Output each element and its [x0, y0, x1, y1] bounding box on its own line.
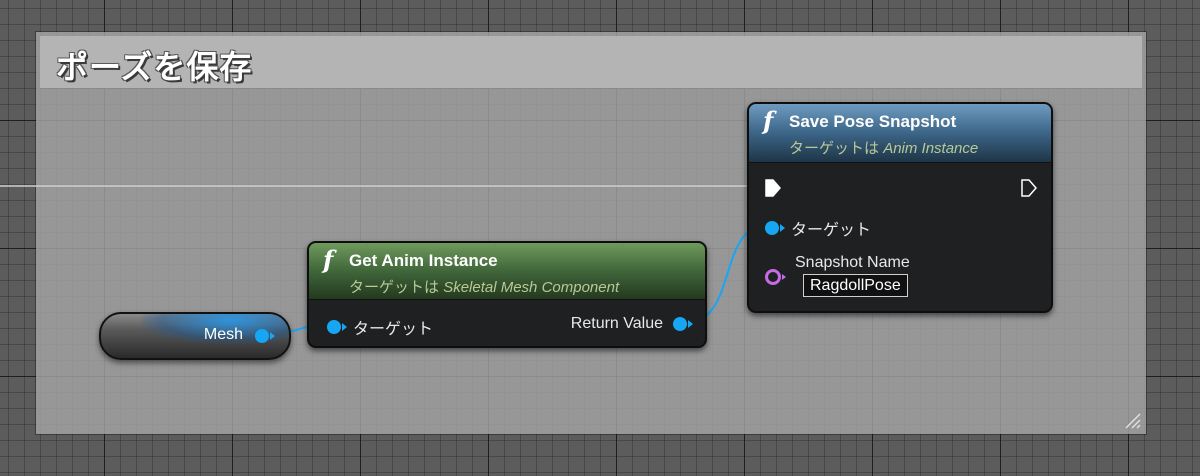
- comment-title[interactable]: ポーズを保存: [56, 42, 252, 88]
- mesh-label: Mesh: [203, 326, 243, 343]
- subtitle-prefix: ターゲットは: [349, 279, 440, 296]
- get-anim-instance-node[interactable]: f Get Anim Instance ターゲットは Skeletal Mesh…: [307, 241, 707, 348]
- return-value-row: Return Value: [570, 315, 693, 333]
- subtitle-target: Anim Instance: [883, 140, 979, 157]
- snapshot-name-group: Snapshot Name RagdollPose: [795, 254, 910, 297]
- exec-input-pin-icon[interactable]: [765, 179, 781, 197]
- target-input-pin[interactable]: [765, 221, 785, 235]
- node-title: Save Pose Snapshot: [789, 112, 957, 131]
- save-pose-snapshot-node[interactable]: f Save Pose Snapshot ターゲットは Anim Instanc…: [747, 102, 1053, 313]
- comment-header[interactable]: ポーズを保存: [40, 36, 1142, 89]
- target-input-row: ターゲット: [765, 216, 871, 240]
- exec-output-pin-icon[interactable]: [1021, 179, 1037, 197]
- return-value-label: Return Value: [570, 315, 663, 332]
- target-input-label: ターゲット: [791, 222, 872, 239]
- get-anim-instance-header[interactable]: f Get Anim Instance ターゲットは Skeletal Mesh…: [309, 243, 705, 300]
- function-icon: f: [323, 245, 334, 274]
- return-value-pin[interactable]: [673, 317, 693, 331]
- snapshot-name-label: Snapshot Name: [795, 254, 910, 271]
- target-input-row: ターゲット: [327, 315, 433, 339]
- mesh-variable-node[interactable]: Mesh: [99, 312, 291, 360]
- snapshot-name-row: Snapshot Name RagdollPose: [765, 254, 910, 297]
- mesh-output-pin[interactable]: [255, 329, 275, 343]
- subtitle-target: Skeletal Mesh Component: [443, 279, 620, 296]
- target-input-label: ターゲット: [353, 321, 434, 338]
- snapshot-name-pin[interactable]: [765, 269, 786, 285]
- target-input-pin[interactable]: [327, 320, 347, 334]
- subtitle-prefix: ターゲットは: [789, 140, 880, 157]
- function-icon: f: [763, 106, 774, 135]
- node-subtitle: ターゲットは Anim Instance: [789, 137, 978, 158]
- save-pose-snapshot-header[interactable]: f Save Pose Snapshot ターゲットは Anim Instanc…: [749, 104, 1051, 163]
- snapshot-name-input[interactable]: RagdollPose: [803, 274, 908, 297]
- node-subtitle: ターゲットは Skeletal Mesh Component: [349, 276, 619, 297]
- node-title: Get Anim Instance: [349, 251, 498, 270]
- resize-grip-icon[interactable]: [1124, 412, 1142, 430]
